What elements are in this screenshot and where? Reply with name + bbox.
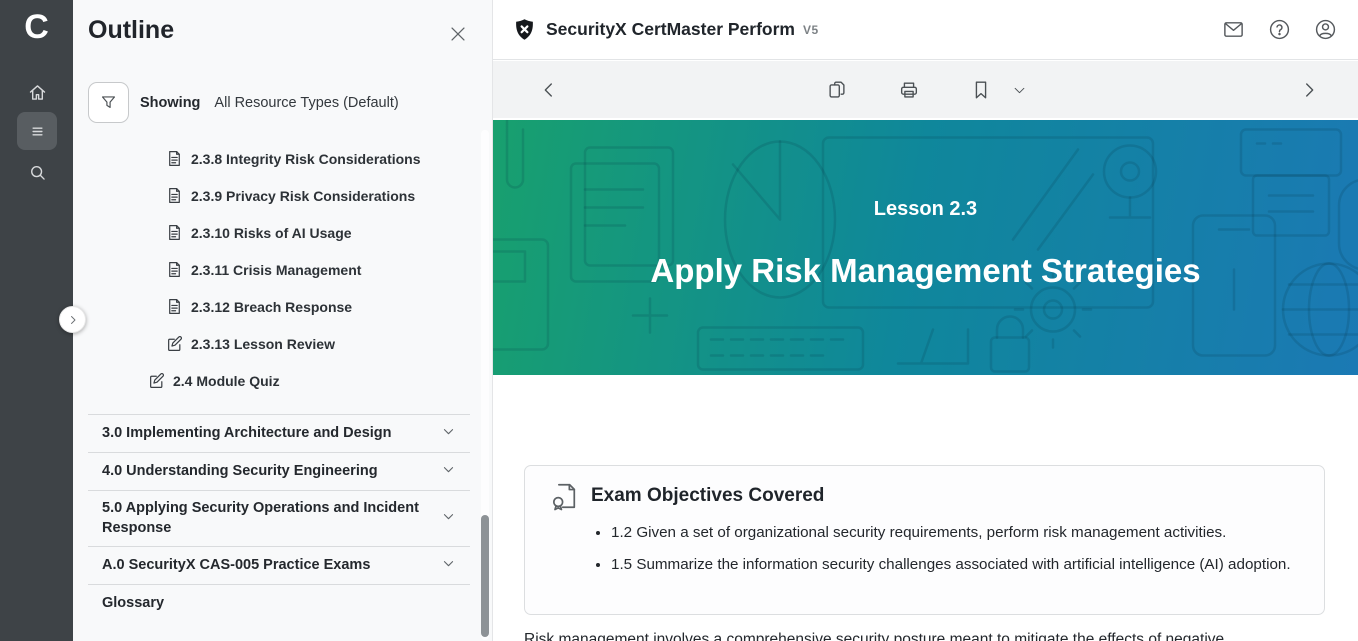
help-icon [1268, 18, 1291, 41]
forward-button[interactable] [1293, 74, 1325, 106]
account-button[interactable] [1312, 17, 1338, 43]
document-icon [166, 224, 183, 241]
home-icon [27, 82, 48, 103]
outline-close-button[interactable] [446, 23, 470, 47]
chevron-right-icon [1298, 79, 1320, 101]
outline-section-label: 3.0 Implementing Architecture and Design [102, 416, 392, 452]
filter-row: Showing All Resource Types (Default) [88, 82, 399, 123]
body-paragraph: Risk management involves a comprehensive… [524, 628, 1325, 641]
filter-showing-label: Showing [140, 95, 200, 111]
outline-section-label: 4.0 Understanding Security Engineering [102, 454, 378, 490]
back-button[interactable] [533, 74, 565, 106]
print-button[interactable] [893, 74, 925, 106]
lesson-banner-text: Lesson 2.3 Apply Risk Management Strateg… [493, 120, 1358, 371]
funnel-icon [99, 93, 118, 112]
document-icon [166, 150, 183, 167]
lesson-title: Apply Risk Management Strategies [650, 252, 1200, 290]
outline-section[interactable]: A.0 SecurityX CAS-005 Practice Exams [88, 546, 470, 584]
document-icon [166, 187, 183, 204]
exam-objectives-title: Exam Objectives Covered [591, 485, 824, 507]
outline-item[interactable]: 2.3.11 Crisis Management [73, 251, 492, 288]
panel-expander-button[interactable] [59, 306, 86, 333]
edit-icon [166, 335, 183, 352]
chevron-down-icon [441, 424, 456, 444]
chevron-right-icon [67, 314, 79, 326]
edit-icon [148, 372, 165, 389]
outline-section-label: A.0 SecurityX CAS-005 Practice Exams [102, 548, 370, 584]
print-icon [898, 79, 920, 101]
header-actions [1220, 17, 1338, 43]
chevron-down-icon [441, 509, 456, 529]
shield-x-icon [513, 18, 536, 41]
main-content: SecurityX CertMaster Perform V5 [493, 0, 1358, 641]
outline-item[interactable]: 2.3.8 Integrity Risk Considerations [73, 140, 492, 177]
chevron-left-icon [538, 79, 560, 101]
outline-item-label: 2.4 Module Quiz [173, 373, 280, 389]
mail-button[interactable] [1220, 17, 1246, 43]
search-button[interactable] [17, 153, 57, 191]
exam-objectives-card: Exam Objectives Covered 1.2 Given a set … [524, 465, 1325, 615]
app-root: C Outline [0, 0, 1358, 641]
comptia-logo[interactable]: C [0, 8, 73, 47]
outline-sections: 3.0 Implementing Architecture and Design… [73, 414, 492, 622]
exam-objective-item: 1.5 Summarize the information security c… [611, 553, 1300, 577]
mail-icon [1222, 18, 1245, 41]
outline-item-label: 2.3.8 Integrity Risk Considerations [191, 151, 421, 167]
outline-section-label: Glossary [102, 586, 164, 622]
outline-item-label: 2.3.9 Privacy Risk Considerations [191, 188, 415, 204]
lesson-number: Lesson 2.3 [874, 198, 977, 221]
outline-section-glossary[interactable]: Glossary [88, 584, 470, 622]
close-icon [447, 23, 469, 45]
document-icon [166, 261, 183, 278]
help-button[interactable] [1266, 17, 1292, 43]
outline-item[interactable]: 2.3.10 Risks of AI Usage [73, 214, 492, 251]
outline-item-label: 2.3.11 Crisis Management [191, 262, 361, 278]
outline-title: Outline [88, 16, 174, 45]
lesson-list: 2.3.8 Integrity Risk Considerations 2.3.… [73, 140, 492, 399]
chevron-down-icon [441, 462, 456, 482]
lesson-banner: Lesson 2.3 Apply Risk Management Strateg… [493, 120, 1358, 375]
outline-item[interactable]: 2.3.9 Privacy Risk Considerations [73, 177, 492, 214]
outline-item-label: 2.3.13 Lesson Review [191, 336, 335, 352]
outline-item-label: 2.3.10 Risks of AI Usage [191, 225, 352, 241]
outline-section[interactable]: 3.0 Implementing Architecture and Design [88, 414, 470, 452]
home-button[interactable] [17, 73, 57, 111]
outline-scrollbar[interactable] [481, 130, 489, 640]
outline-section[interactable]: 4.0 Understanding Security Engineering [88, 452, 470, 490]
exam-objective-item: 1.2 Given a set of organizational securi… [611, 521, 1300, 545]
left-rail: C [0, 0, 73, 641]
bookmark-icon [970, 79, 992, 101]
menu-icon [27, 121, 48, 142]
outline-menu-button[interactable] [17, 112, 57, 150]
certificate-icon [549, 481, 579, 511]
outline-item[interactable]: 2.4 Module Quiz [73, 362, 492, 399]
chevron-down-icon [1012, 83, 1027, 98]
outline-section-label: 5.0 Applying Security Operations and Inc… [102, 491, 424, 546]
document-icon [166, 298, 183, 315]
bookmark-button[interactable] [965, 74, 997, 106]
search-icon [27, 162, 48, 183]
filter-value: All Resource Types (Default) [214, 95, 398, 111]
main-header: SecurityX CertMaster Perform V5 [493, 0, 1358, 60]
course-version: V5 [803, 23, 819, 37]
content-toolbar [493, 61, 1358, 118]
bookmark-dropdown-button[interactable] [1003, 74, 1035, 106]
outline-item[interactable]: 2.3.13 Lesson Review [73, 325, 492, 362]
scrollbar-thumb[interactable] [481, 515, 489, 637]
copy-icon [826, 79, 848, 101]
exam-objectives-list: 1.2 Given a set of organizational securi… [611, 521, 1300, 576]
outline-item-label: 2.3.12 Breach Response [191, 299, 352, 315]
exam-objectives-header: Exam Objectives Covered [549, 481, 1300, 511]
outline-item[interactable]: 2.3.12 Breach Response [73, 288, 492, 325]
chevron-down-icon [441, 556, 456, 576]
user-icon [1314, 18, 1337, 41]
outline-section[interactable]: 5.0 Applying Security Operations and Inc… [88, 490, 470, 546]
filter-button[interactable] [88, 82, 129, 123]
copy-button[interactable] [821, 74, 853, 106]
course-title: SecurityX CertMaster Perform [546, 19, 795, 40]
outline-panel: Outline Showing All Resource Types (Defa… [73, 0, 493, 641]
